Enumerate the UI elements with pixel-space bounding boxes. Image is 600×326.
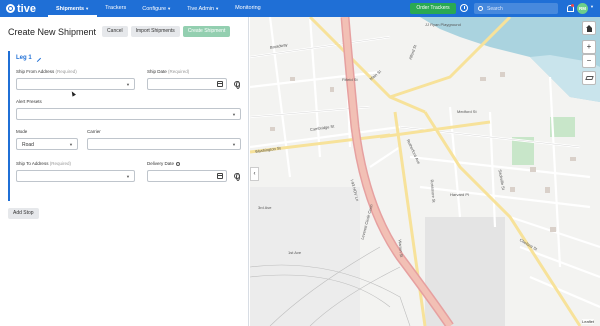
chevron-down-icon: ▼	[126, 82, 130, 87]
delivery-date-input[interactable]	[147, 170, 227, 182]
shipment-form-panel: Create New Shipment Cancel Import Shipme…	[0, 17, 249, 326]
search-box[interactable]	[474, 3, 558, 14]
edit-pencil-icon[interactable]	[33, 54, 41, 62]
nav-trackers[interactable]: Trackers	[97, 0, 134, 17]
required-tag: (Required)	[49, 161, 71, 166]
chevron-down-icon[interactable]: ▼	[590, 4, 594, 9]
location-pin-icon	[6, 4, 15, 13]
notification-dot	[571, 4, 574, 7]
timezone-globe-icon[interactable]	[234, 81, 240, 89]
map-label: 1st Ave	[288, 250, 302, 255]
chevron-down-icon: ▼	[167, 6, 172, 11]
info-icon[interactable]	[176, 161, 181, 166]
chevron-down-icon: ▼	[232, 112, 236, 117]
map-canvas	[250, 17, 600, 326]
ship-from-select[interactable]: ▼	[16, 78, 135, 90]
search-icon	[478, 6, 483, 11]
page-title: Create New Shipment	[8, 26, 97, 37]
mode-label: Mode	[16, 129, 28, 134]
ship-to-label: Ship To Address (Required)	[16, 161, 71, 166]
history-icon[interactable]	[460, 4, 468, 12]
delivery-date-label: Delivery Date	[147, 161, 181, 166]
ship-from-label: Ship From Address (Required)	[16, 69, 77, 74]
page-header: Create New Shipment Cancel Import Shipme…	[8, 26, 233, 37]
collapse-panel-button[interactable]: ‹	[250, 167, 259, 181]
chevron-down-icon: ▼	[215, 6, 220, 11]
chevron-down-icon: ▼	[232, 142, 236, 147]
layers-icon	[585, 76, 594, 80]
timezone-globe-icon[interactable]	[234, 173, 240, 181]
map-label: Fifield St	[342, 77, 358, 82]
nav-label: Configure	[142, 6, 167, 12]
map-view[interactable]: Broadway Fifield St Main St Alford St JJ…	[250, 17, 600, 326]
top-nav: tive Shipments▼ Trackers Configure▼ Tive…	[0, 0, 600, 17]
calendar-icon[interactable]	[217, 81, 223, 87]
create-shipment-button[interactable]: Create Shipment	[182, 26, 231, 37]
ship-date-input[interactable]	[147, 78, 227, 90]
label-text: Delivery Date	[147, 161, 175, 166]
nav-label: Monitoring	[235, 5, 261, 11]
add-stop-button[interactable]: Add Stop	[8, 208, 39, 219]
carrier-label: Carrier	[87, 129, 101, 134]
nav-links: Shipments▼ Trackers Configure▼ Tive Admi…	[47, 0, 269, 17]
logo-text: tive	[17, 2, 36, 15]
chevron-down-icon: ▼	[126, 174, 130, 179]
nav-monitoring[interactable]: Monitoring	[227, 0, 269, 17]
ship-date-label: Ship Date (Required)	[147, 69, 189, 74]
nav-label: Trackers	[105, 5, 127, 11]
ship-to-select[interactable]: ▼	[16, 170, 135, 182]
home-icon	[586, 25, 593, 32]
map-label: Medford St	[457, 109, 477, 114]
chevron-down-icon: ▼	[85, 6, 90, 11]
required-tag: (Required)	[168, 69, 190, 74]
carrier-select[interactable]: ▼	[87, 138, 241, 150]
map-label: JJ Ryan Playground	[425, 22, 461, 27]
tive-logo[interactable]: tive	[6, 0, 36, 17]
calendar-icon[interactable]	[217, 173, 223, 179]
chevron-down-icon: ▼	[69, 142, 73, 147]
alert-presets-label: Alert Presets	[16, 99, 42, 104]
map-home-button[interactable]	[582, 21, 596, 35]
alert-presets-select[interactable]: ▼	[16, 108, 241, 120]
nav-configure[interactable]: Configure▼	[134, 0, 179, 17]
zoom-in-button[interactable]: +	[582, 40, 596, 54]
zoom-out-button[interactable]: −	[582, 54, 596, 68]
leg-card: Leg 1 Ship From Address (Required) ▼ Shi…	[8, 51, 245, 201]
mode-value: Road	[22, 142, 34, 148]
label-text: Ship From Address	[16, 69, 55, 74]
layers-button[interactable]	[582, 71, 596, 85]
leg-title-text: Leg 1	[16, 55, 32, 61]
notifications-bell-icon[interactable]	[566, 4, 574, 12]
user-avatar[interactable]: RM	[577, 3, 588, 14]
map-attribution[interactable]: Leaflet	[582, 319, 595, 324]
order-trackers-button[interactable]: Order Trackers	[410, 3, 456, 14]
nav-label: Shipments	[55, 6, 85, 12]
nav-label: Tive Admin	[187, 6, 215, 12]
label-text: Ship To Address	[16, 161, 49, 166]
map-label: Harvard Pl	[450, 192, 469, 197]
search-input[interactable]	[487, 5, 557, 12]
nav-tive-admin[interactable]: Tive Admin▼	[179, 0, 227, 17]
label-text: Ship Date	[147, 69, 167, 74]
nav-shipments[interactable]: Shipments▼	[47, 0, 98, 17]
map-label: 3rd Ave	[258, 205, 272, 210]
cancel-button[interactable]: Cancel	[102, 26, 128, 37]
mode-select[interactable]: Road ▼	[16, 138, 78, 150]
required-tag: (Required)	[55, 69, 77, 74]
import-shipments-button[interactable]: Import Shipments	[130, 26, 180, 37]
leg-title: Leg 1	[16, 54, 41, 62]
